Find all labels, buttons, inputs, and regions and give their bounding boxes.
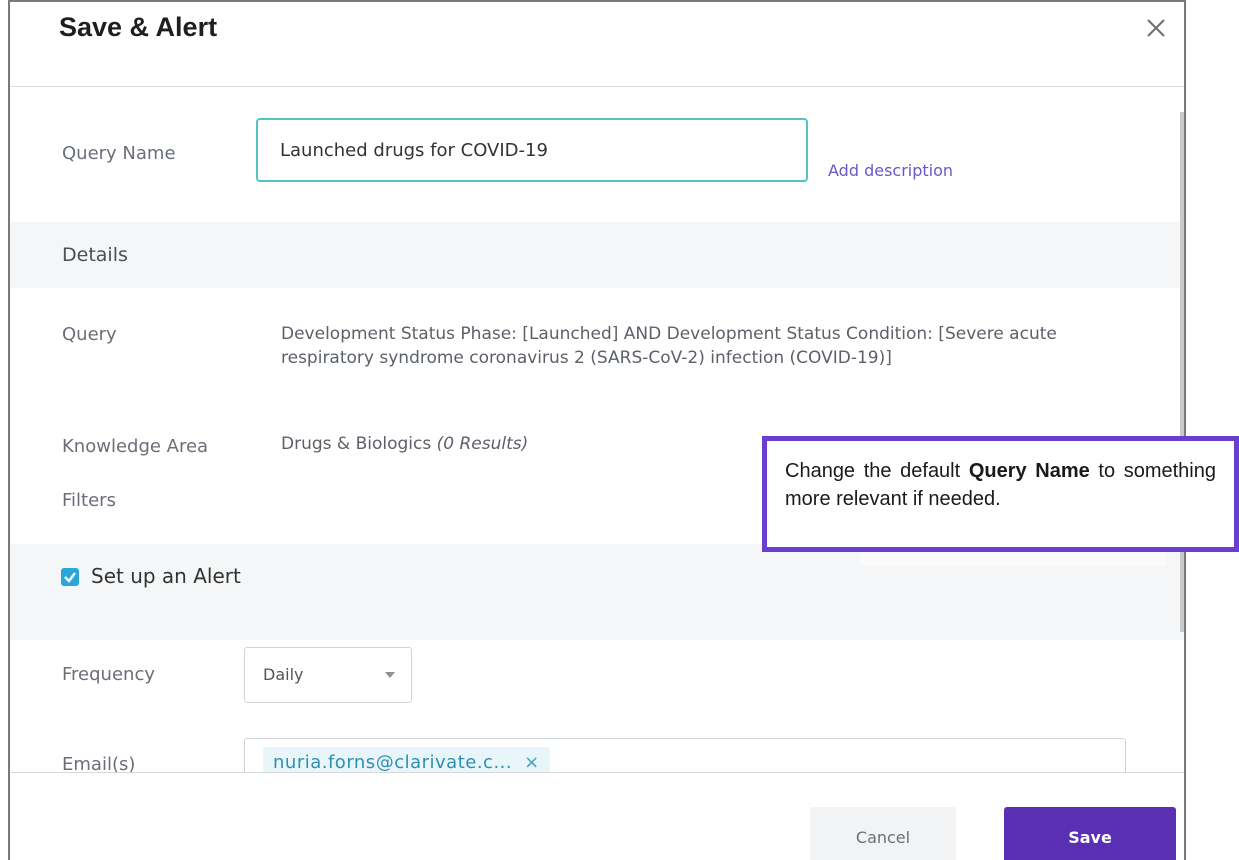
details-heading: Details xyxy=(62,244,128,266)
close-icon[interactable] xyxy=(1140,14,1172,46)
save-button[interactable]: Save xyxy=(1004,807,1176,860)
frequency-label: Frequency xyxy=(62,664,155,685)
query-text: Development Status Phase: [Launched] AND… xyxy=(281,324,1057,368)
query-label: Query xyxy=(62,324,117,345)
dialog-title: Save & Alert xyxy=(59,12,218,42)
remove-email-icon[interactable]: × xyxy=(524,752,540,773)
callout-bold-text: Query Name xyxy=(968,460,1090,482)
close-icon-glyph xyxy=(1147,19,1165,37)
knowledge-area-name: Drugs & Biologics xyxy=(281,434,432,454)
dialog-header: Save & Alert xyxy=(10,2,1184,87)
query-name-input[interactable] xyxy=(256,118,808,182)
details-band: Details xyxy=(10,222,1184,288)
scrollbar[interactable] xyxy=(1180,112,1184,632)
cancel-button[interactable]: Cancel xyxy=(810,807,956,860)
callout-text-before: Change the default xyxy=(785,460,969,482)
chevron-down-icon xyxy=(385,672,395,678)
knowledge-area-value: Drugs & Biologics (0 Results) xyxy=(281,434,528,454)
knowledge-area-results: (0 Results) xyxy=(436,434,529,454)
frequency-value: Daily xyxy=(263,665,304,684)
knowledge-area-label: Knowledge Area xyxy=(62,436,209,457)
email-chip-text: nuria.forns@clarivate.c... xyxy=(273,752,513,773)
alert-checkbox[interactable] xyxy=(61,568,79,586)
save-alert-dialog: Save & Alert Query Name Add description … xyxy=(8,0,1186,860)
frequency-select[interactable]: Daily xyxy=(244,647,412,703)
add-description-link[interactable]: Add description xyxy=(828,161,953,180)
filters-label: Filters xyxy=(62,490,116,511)
callout-shadow xyxy=(860,552,1166,566)
dialog-footer: Cancel Save xyxy=(10,772,1184,860)
tooltip-callout: Change the default Query Name to somethi… xyxy=(762,436,1239,552)
alert-checkbox-label[interactable]: Set up an Alert xyxy=(91,564,241,588)
check-icon xyxy=(64,572,76,583)
query-name-label: Query Name xyxy=(62,143,176,164)
